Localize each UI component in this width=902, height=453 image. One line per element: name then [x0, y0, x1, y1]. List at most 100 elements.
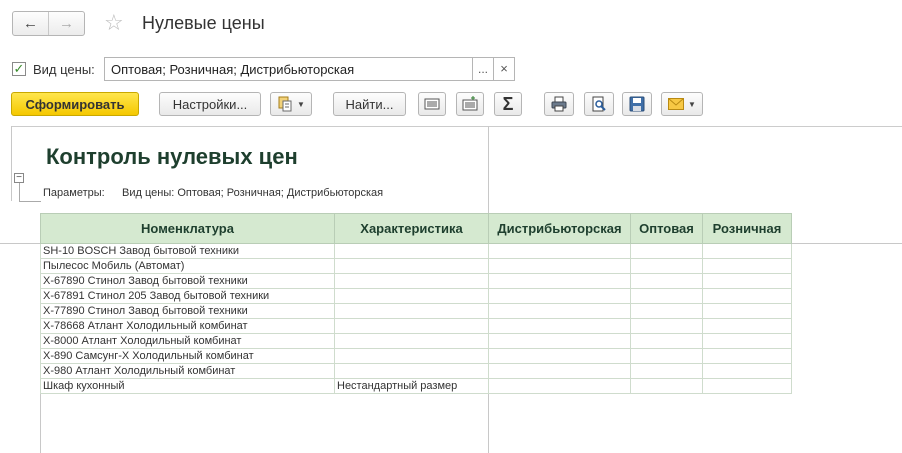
- cell-distributor[interactable]: [488, 318, 631, 334]
- cell-nomenclature[interactable]: X-890 Самсунг-Х Холодильный комбинат: [40, 348, 335, 364]
- send-email-dropdown-button[interactable]: ▼: [661, 92, 703, 116]
- cell-retail[interactable]: [702, 348, 792, 364]
- cell-wholesale[interactable]: [630, 348, 703, 364]
- group-line: [19, 183, 20, 201]
- cell-nomenclature[interactable]: X-67890 Стинол Завод бытовой техники: [40, 273, 335, 289]
- cell-wholesale[interactable]: [630, 288, 703, 304]
- cell-characteristic[interactable]: [334, 363, 489, 379]
- sort-ascending-button[interactable]: [418, 92, 446, 116]
- price-type-input[interactable]: Оптовая; Розничная; Дистрибьюторская: [104, 57, 473, 81]
- cell-retail[interactable]: [702, 303, 792, 319]
- cell-nomenclature[interactable]: SH-10 BOSCH Завод бытовой техники: [40, 243, 335, 259]
- column-header-distributor[interactable]: Дистрибьюторская: [488, 213, 631, 244]
- cell-characteristic[interactable]: [334, 258, 489, 274]
- print-button[interactable]: [544, 92, 574, 116]
- cell-wholesale[interactable]: [630, 333, 703, 349]
- save-button[interactable]: [622, 92, 652, 116]
- cell-retail[interactable]: [702, 258, 792, 274]
- table-row[interactable]: X-8000 Атлант Холодильный комбинат: [40, 333, 792, 349]
- table-row[interactable]: X-67891 Стинол 205 Завод бытовой техники: [40, 288, 792, 304]
- cell-distributor[interactable]: [488, 378, 631, 394]
- column-header-retail[interactable]: Розничная: [702, 213, 792, 244]
- cell-distributor[interactable]: [488, 363, 631, 379]
- cell-retail[interactable]: [702, 378, 792, 394]
- table-header-row: Номенклатура Характеристика Дистрибьютор…: [40, 213, 792, 244]
- group-line: [19, 201, 41, 202]
- cell-nomenclature[interactable]: X-77890 Стинол Завод бытовой техники: [40, 303, 335, 319]
- cell-characteristic[interactable]: Нестандартный размер: [334, 378, 489, 394]
- checkmark-icon: ✓: [13, 61, 25, 76]
- clear-price-type-button[interactable]: ×: [493, 57, 515, 81]
- table-row[interactable]: Пылесос Мобиль (Автомат): [40, 258, 792, 274]
- cell-distributor[interactable]: [488, 288, 631, 304]
- cell-wholesale[interactable]: [630, 258, 703, 274]
- cell-retail[interactable]: [702, 273, 792, 289]
- parameters-value: Вид цены: Оптовая; Розничная; Дистрибьют…: [122, 187, 384, 199]
- cell-wholesale[interactable]: [630, 303, 703, 319]
- page-title: Нулевые цены: [142, 13, 265, 33]
- cell-nomenclature[interactable]: X-67891 Стинол 205 Завод бытовой техники: [40, 288, 335, 304]
- cell-wholesale[interactable]: [630, 243, 703, 259]
- table-row[interactable]: X-78668 Атлант Холодильный комбинат: [40, 318, 792, 334]
- cell-nomenclature[interactable]: Пылесос Мобиль (Автомат): [40, 258, 335, 274]
- cell-nomenclature[interactable]: X-8000 Атлант Холодильный комбинат: [40, 333, 335, 349]
- find-button[interactable]: Найти...: [333, 92, 406, 116]
- cell-nomenclature[interactable]: X-78668 Атлант Холодильный комбинат: [40, 318, 335, 334]
- column-header-characteristic[interactable]: Характеристика: [334, 213, 489, 244]
- cell-wholesale[interactable]: [630, 378, 703, 394]
- table-row[interactable]: X-67890 Стинол Завод бытовой техники: [40, 273, 792, 289]
- back-button[interactable]: ←: [13, 12, 48, 35]
- table-row[interactable]: X-980 Атлант Холодильный комбинат: [40, 363, 792, 379]
- forward-button[interactable]: →: [48, 12, 84, 35]
- cell-characteristic[interactable]: [334, 243, 489, 259]
- generate-button[interactable]: Сформировать: [11, 92, 139, 116]
- cell-characteristic[interactable]: [334, 348, 489, 364]
- cell-retail[interactable]: [702, 363, 792, 379]
- favorite-star-icon[interactable]: ☆: [104, 11, 124, 35]
- report-table: Номенклатура Характеристика Дистрибьютор…: [40, 213, 792, 394]
- table-row[interactable]: X-890 Самсунг-Х Холодильный комбинат: [40, 348, 792, 364]
- column-header-wholesale[interactable]: Оптовая: [630, 213, 703, 244]
- cell-wholesale[interactable]: [630, 363, 703, 379]
- cell-retail[interactable]: [702, 333, 792, 349]
- sort-ascending-icon: [424, 96, 440, 112]
- cell-wholesale[interactable]: [630, 273, 703, 289]
- cell-distributor[interactable]: [488, 348, 631, 364]
- cell-characteristic[interactable]: [334, 318, 489, 334]
- cell-distributor[interactable]: [488, 258, 631, 274]
- cell-distributor[interactable]: [488, 273, 631, 289]
- sum-button[interactable]: Σ: [494, 92, 522, 116]
- price-type-checkbox[interactable]: ✓: [12, 62, 26, 76]
- cell-characteristic[interactable]: [334, 303, 489, 319]
- collapse-group-button[interactable]: −: [14, 173, 24, 183]
- cell-distributor[interactable]: [488, 333, 631, 349]
- table-row[interactable]: SH-10 BOSCH Завод бытовой техники: [40, 243, 792, 259]
- cell-distributor[interactable]: [488, 303, 631, 319]
- print-preview-icon: [591, 96, 607, 112]
- cell-nomenclature[interactable]: X-980 Атлант Холодильный комбинат: [40, 363, 335, 379]
- cell-retail[interactable]: [702, 318, 792, 334]
- cell-wholesale[interactable]: [630, 318, 703, 334]
- column-header-nomenclature[interactable]: Номенклатура: [40, 213, 335, 244]
- arrow-right-icon: →: [59, 15, 74, 32]
- cell-characteristic[interactable]: [334, 273, 489, 289]
- chevron-down-icon: ▼: [297, 99, 305, 109]
- cell-retail[interactable]: [702, 288, 792, 304]
- price-type-label: Вид цены:: [33, 62, 95, 77]
- printer-icon: [551, 96, 567, 112]
- table-row[interactable]: Шкаф кухонный Нестандартный размер: [40, 378, 792, 394]
- cell-nomenclature[interactable]: Шкаф кухонный: [40, 378, 335, 394]
- select-price-type-button[interactable]: ...: [472, 57, 494, 81]
- variant-dropdown-button[interactable]: ▼: [270, 92, 312, 116]
- preview-button[interactable]: [584, 92, 614, 116]
- cell-characteristic[interactable]: [334, 333, 489, 349]
- navigation-buttons: ← →: [12, 11, 85, 36]
- cell-retail[interactable]: [702, 243, 792, 259]
- table-row[interactable]: X-77890 Стинол Завод бытовой техники: [40, 303, 792, 319]
- settings-button[interactable]: Настройки...: [159, 92, 261, 116]
- find-label: Найти...: [345, 96, 394, 112]
- grid-line: [11, 126, 12, 201]
- cell-distributor[interactable]: [488, 243, 631, 259]
- cell-characteristic[interactable]: [334, 288, 489, 304]
- sort-descending-button[interactable]: [456, 92, 484, 116]
